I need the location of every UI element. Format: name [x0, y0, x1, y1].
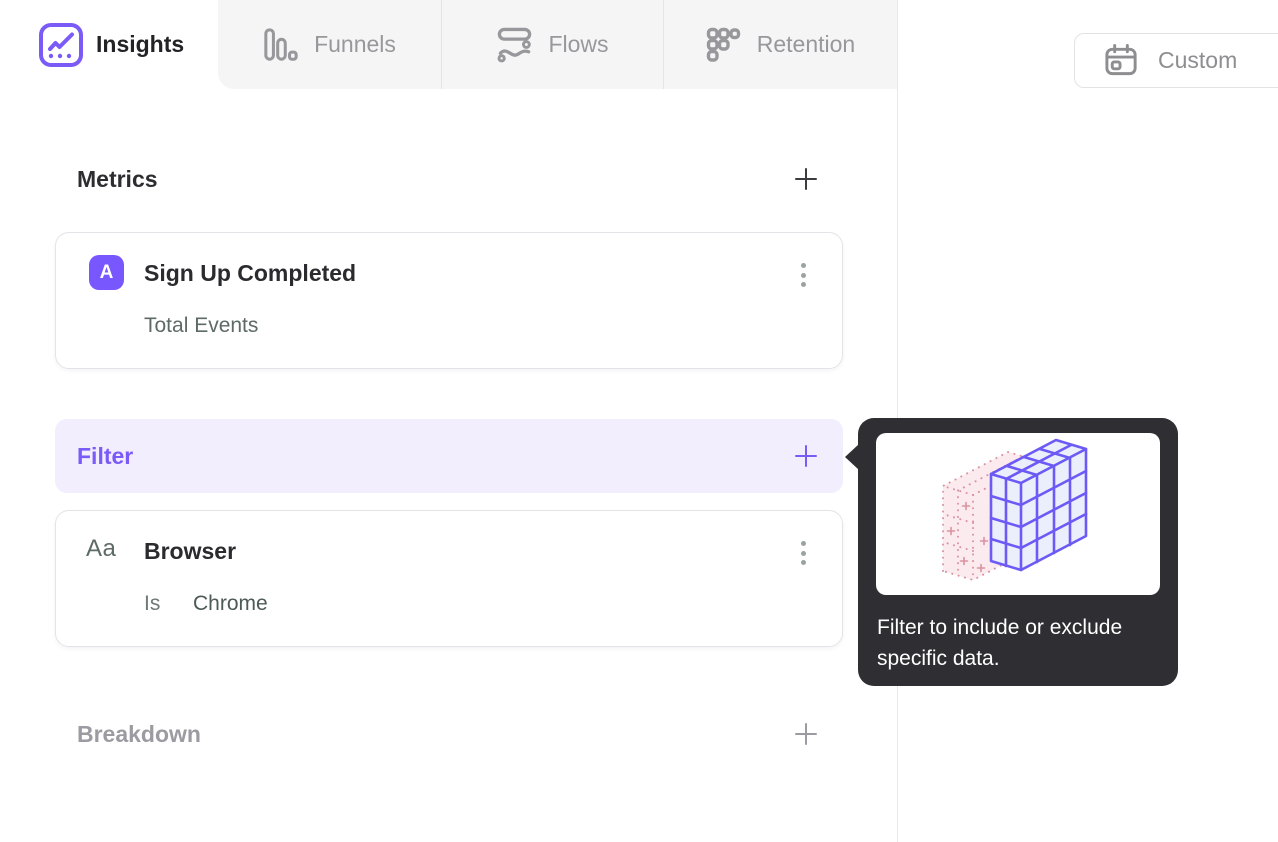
date-range-button[interactable]: Custom [1074, 33, 1278, 88]
filter-card[interactable]: Aa Browser Is Chrome [55, 510, 843, 647]
tab-funnels-label: Funnels [314, 31, 396, 57]
metrics-section-header: Metrics [55, 161, 843, 197]
calendar-icon [1105, 43, 1137, 76]
text-property-icon: Aa [86, 535, 117, 562]
filter-options-menu kebab-icon[interactable] [792, 535, 814, 571]
flows-icon [498, 27, 532, 63]
metric-options-menu kebab-icon[interactable] [792, 257, 814, 293]
tab-funnels[interactable]: Funnels [218, 0, 441, 89]
tab-insights-label: Insights [96, 31, 185, 57]
tooltip-arrow [845, 444, 859, 470]
add-breakdown-button plus-icon[interactable] [795, 723, 817, 745]
date-range-label: Custom [1158, 47, 1238, 73]
filter-section-header: Filter [55, 419, 843, 493]
breakdown-title: Breakdown [77, 720, 201, 747]
add-filter-button plus-icon[interactable] [795, 445, 817, 467]
tab-insights[interactable]: Insights [0, 0, 218, 89]
metric-card[interactable]: A Sign Up Completed Total Events [55, 232, 843, 369]
filter-value[interactable]: Chrome [193, 592, 268, 616]
filter-tooltip: Filter to include or exclude specific da… [845, 418, 1178, 686]
tab-retention-label: Retention [756, 31, 856, 57]
tab-flows-label: Flows [548, 31, 609, 57]
add-metric-button plus-icon[interactable] [795, 168, 817, 190]
tab-strip: Funnels Flows Retention [218, 0, 897, 89]
filter-operator[interactable]: Is [144, 592, 160, 616]
metric-event-name: Sign Up Completed [144, 260, 357, 286]
tab-flows[interactable]: Flows [441, 0, 663, 89]
metric-badge: A [89, 255, 124, 290]
breakdown-section-header: Breakdown [55, 716, 843, 752]
metric-measurement[interactable]: Total Events [144, 314, 258, 338]
tab-retention[interactable]: Retention [663, 0, 897, 89]
filter-cube-illustration [942, 438, 1088, 581]
line-chart-icon [39, 22, 83, 67]
filter-property-name: Browser [144, 538, 237, 564]
tooltip-illustration [876, 433, 1160, 595]
insights-report-builder: Funnels Flows Retention Insights Custom … [0, 0, 1278, 842]
retention-dots-icon [706, 27, 740, 62]
filter-title: Filter [77, 442, 134, 469]
metrics-title: Metrics [77, 165, 158, 192]
tooltip-text: Filter to include or exclude specific da… [877, 616, 1123, 670]
funnel-bars-icon [264, 27, 298, 61]
